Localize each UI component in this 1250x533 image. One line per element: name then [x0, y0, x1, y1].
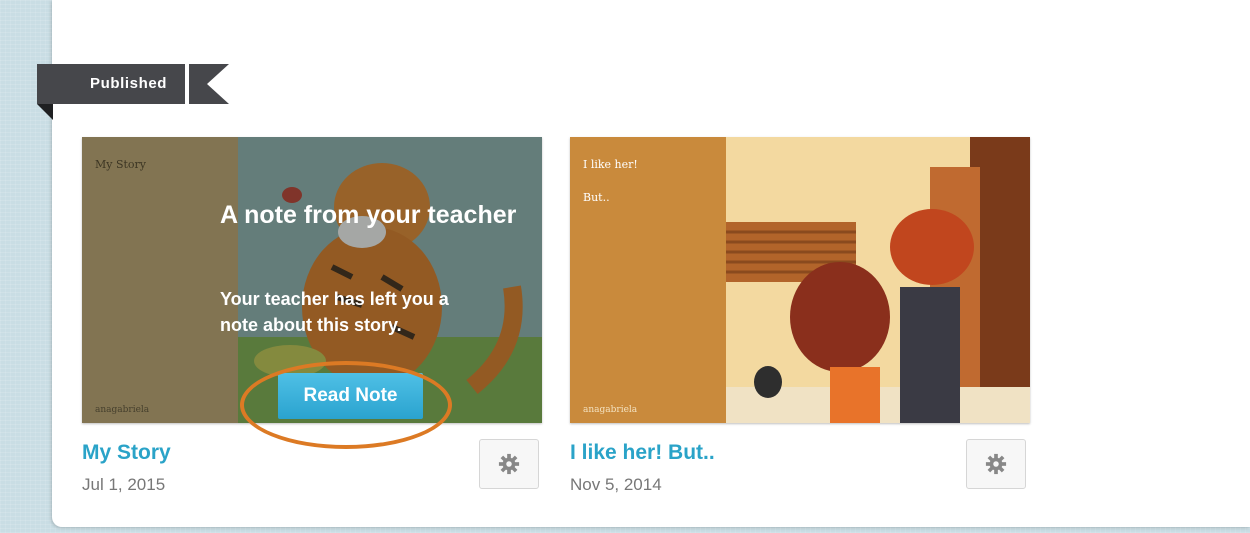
cover-title: I like her! — [583, 158, 638, 171]
story-cover[interactable]: My Story anagabriela A note from your te… — [82, 137, 542, 423]
story-card: My Story anagabriela A note from your te… — [82, 137, 542, 494]
note-heading: A note from your teacher — [220, 201, 517, 229]
story-date: Nov 5, 2014 — [570, 475, 662, 494]
read-note-button[interactable]: Read Note — [278, 373, 423, 419]
story-settings-button[interactable] — [479, 439, 539, 489]
published-ribbon — [37, 64, 229, 120]
story-title[interactable]: My Story — [82, 441, 171, 465]
story-card: I like her! But.. anagabriela I like her… — [570, 137, 1030, 494]
story-title[interactable]: I like her! But.. — [570, 441, 715, 465]
note-body: Your teacher has left you a note about t… — [220, 289, 449, 335]
cover-subtitle: But.. — [583, 191, 610, 204]
story-cover[interactable]: I like her! But.. anagabriela — [570, 137, 1030, 423]
gear-icon — [985, 453, 1007, 475]
story-date: Jul 1, 2015 — [82, 475, 166, 494]
section-label: Published — [90, 75, 168, 92]
story-settings-button[interactable] — [966, 439, 1026, 489]
cover-illustration-couple — [570, 137, 1030, 423]
gear-icon — [498, 453, 520, 475]
cover-author: anagabriela — [583, 405, 638, 415]
